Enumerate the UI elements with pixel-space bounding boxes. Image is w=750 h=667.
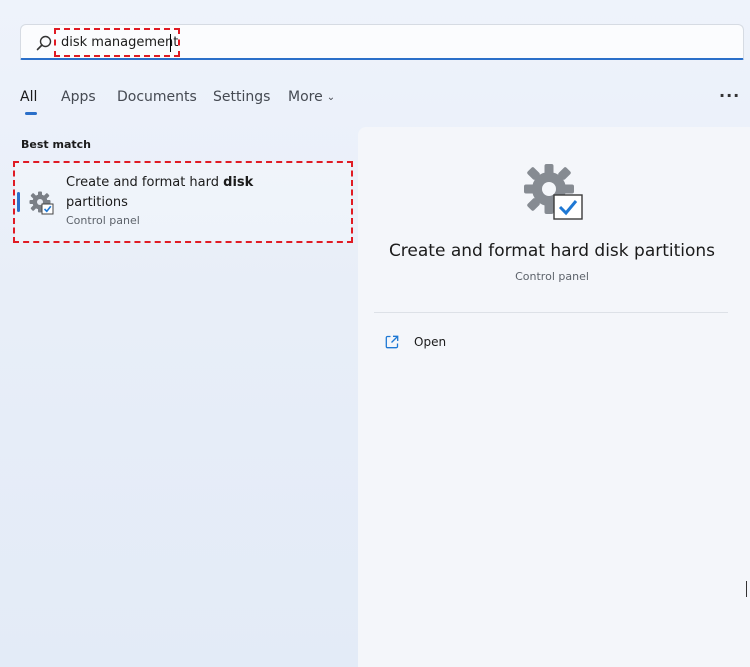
- mouse-cursor-icon: [746, 581, 750, 597]
- best-match-subtitle: Control panel: [66, 214, 140, 227]
- best-match-label: Best match: [21, 138, 91, 151]
- search-box[interactable]: [20, 24, 744, 60]
- best-match-title-prefix: Create and format hard: [66, 175, 224, 190]
- best-match-title: Create and format hard disk partitions: [66, 173, 326, 213]
- selection-indicator: [17, 192, 20, 212]
- disk-management-gear-icon: [29, 191, 54, 215]
- open-external-icon: [385, 335, 399, 349]
- more-options-icon[interactable]: ···: [719, 86, 740, 105]
- detail-panel: Create and format hard disk partitions C…: [358, 127, 750, 667]
- tab-more-label: More: [288, 89, 323, 105]
- chevron-down-icon: ⌄: [326, 92, 336, 103]
- best-match-result[interactable]: Create and format hard disk partitions C…: [15, 163, 351, 241]
- best-match-title-suffix: partitions: [66, 195, 128, 210]
- search-icon: [36, 35, 52, 51]
- tab-active-indicator: [25, 112, 37, 115]
- open-label: Open: [414, 335, 447, 349]
- detail-subtitle: Control panel: [515, 270, 589, 283]
- tab-settings[interactable]: Settings: [213, 89, 270, 105]
- detail-title: Create and format hard disk partitions: [388, 241, 716, 261]
- disk-management-gear-icon-large: [524, 164, 583, 220]
- best-match-title-bold: disk: [223, 175, 254, 190]
- open-button[interactable]: Open: [384, 333, 504, 353]
- tab-documents[interactable]: Documents: [117, 89, 197, 105]
- tab-all[interactable]: All: [20, 89, 37, 105]
- tab-more[interactable]: More ⌄: [288, 89, 335, 105]
- tab-apps[interactable]: Apps: [61, 89, 96, 105]
- search-input[interactable]: [59, 31, 661, 53]
- divider: [374, 312, 728, 313]
- text-caret: [170, 34, 171, 52]
